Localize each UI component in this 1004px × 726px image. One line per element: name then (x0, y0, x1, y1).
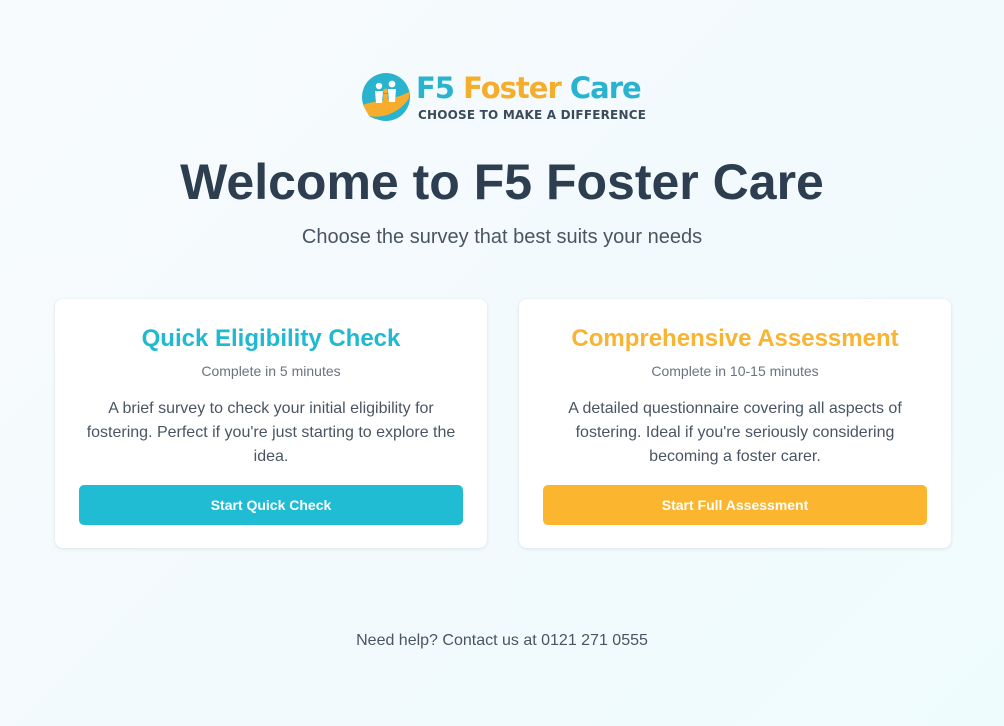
logo-wordmark-care: Care (569, 71, 642, 105)
logo-wordmark-foster: Foster (463, 71, 562, 105)
page-title: Welcome to F5 Foster Care (180, 154, 824, 210)
help-contact-text: Need help? Contact us at 0121 271 0555 (356, 632, 648, 649)
full-assessment-description: A detailed questionnaire covering all as… (568, 400, 902, 465)
logo-wordmark: F5 Foster Care (416, 70, 642, 106)
full-assessment-title: Comprehensive Assessment (571, 325, 899, 352)
quick-check-description: A brief survey to check your initial eli… (86, 400, 456, 465)
full-assessment-duration: Complete in 10-15 minutes (651, 363, 819, 379)
brand-logo: F5 Foster Care CHOOSE TO MAKE A DIFFEREN… (361, 70, 651, 126)
logo-wordmark-f5: F5 (416, 71, 455, 105)
logo-tagline: CHOOSE TO MAKE A DIFFERENCE (418, 108, 647, 122)
quick-check-title: Quick Eligibility Check (141, 325, 401, 352)
quick-check-duration: Complete in 5 minutes (201, 363, 341, 379)
start-full-assessment-button[interactable]: Start Full Assessment (543, 485, 927, 525)
family-circle-icon (362, 73, 410, 121)
quick-check-card: Quick Eligibility Check Complete in 5 mi… (55, 299, 487, 548)
start-quick-check-button[interactable]: Start Quick Check (79, 485, 463, 525)
page-subtitle: Choose the survey that best suits your n… (301, 226, 703, 248)
full-assessment-card: Comprehensive Assessment Complete in 10-… (519, 299, 951, 548)
